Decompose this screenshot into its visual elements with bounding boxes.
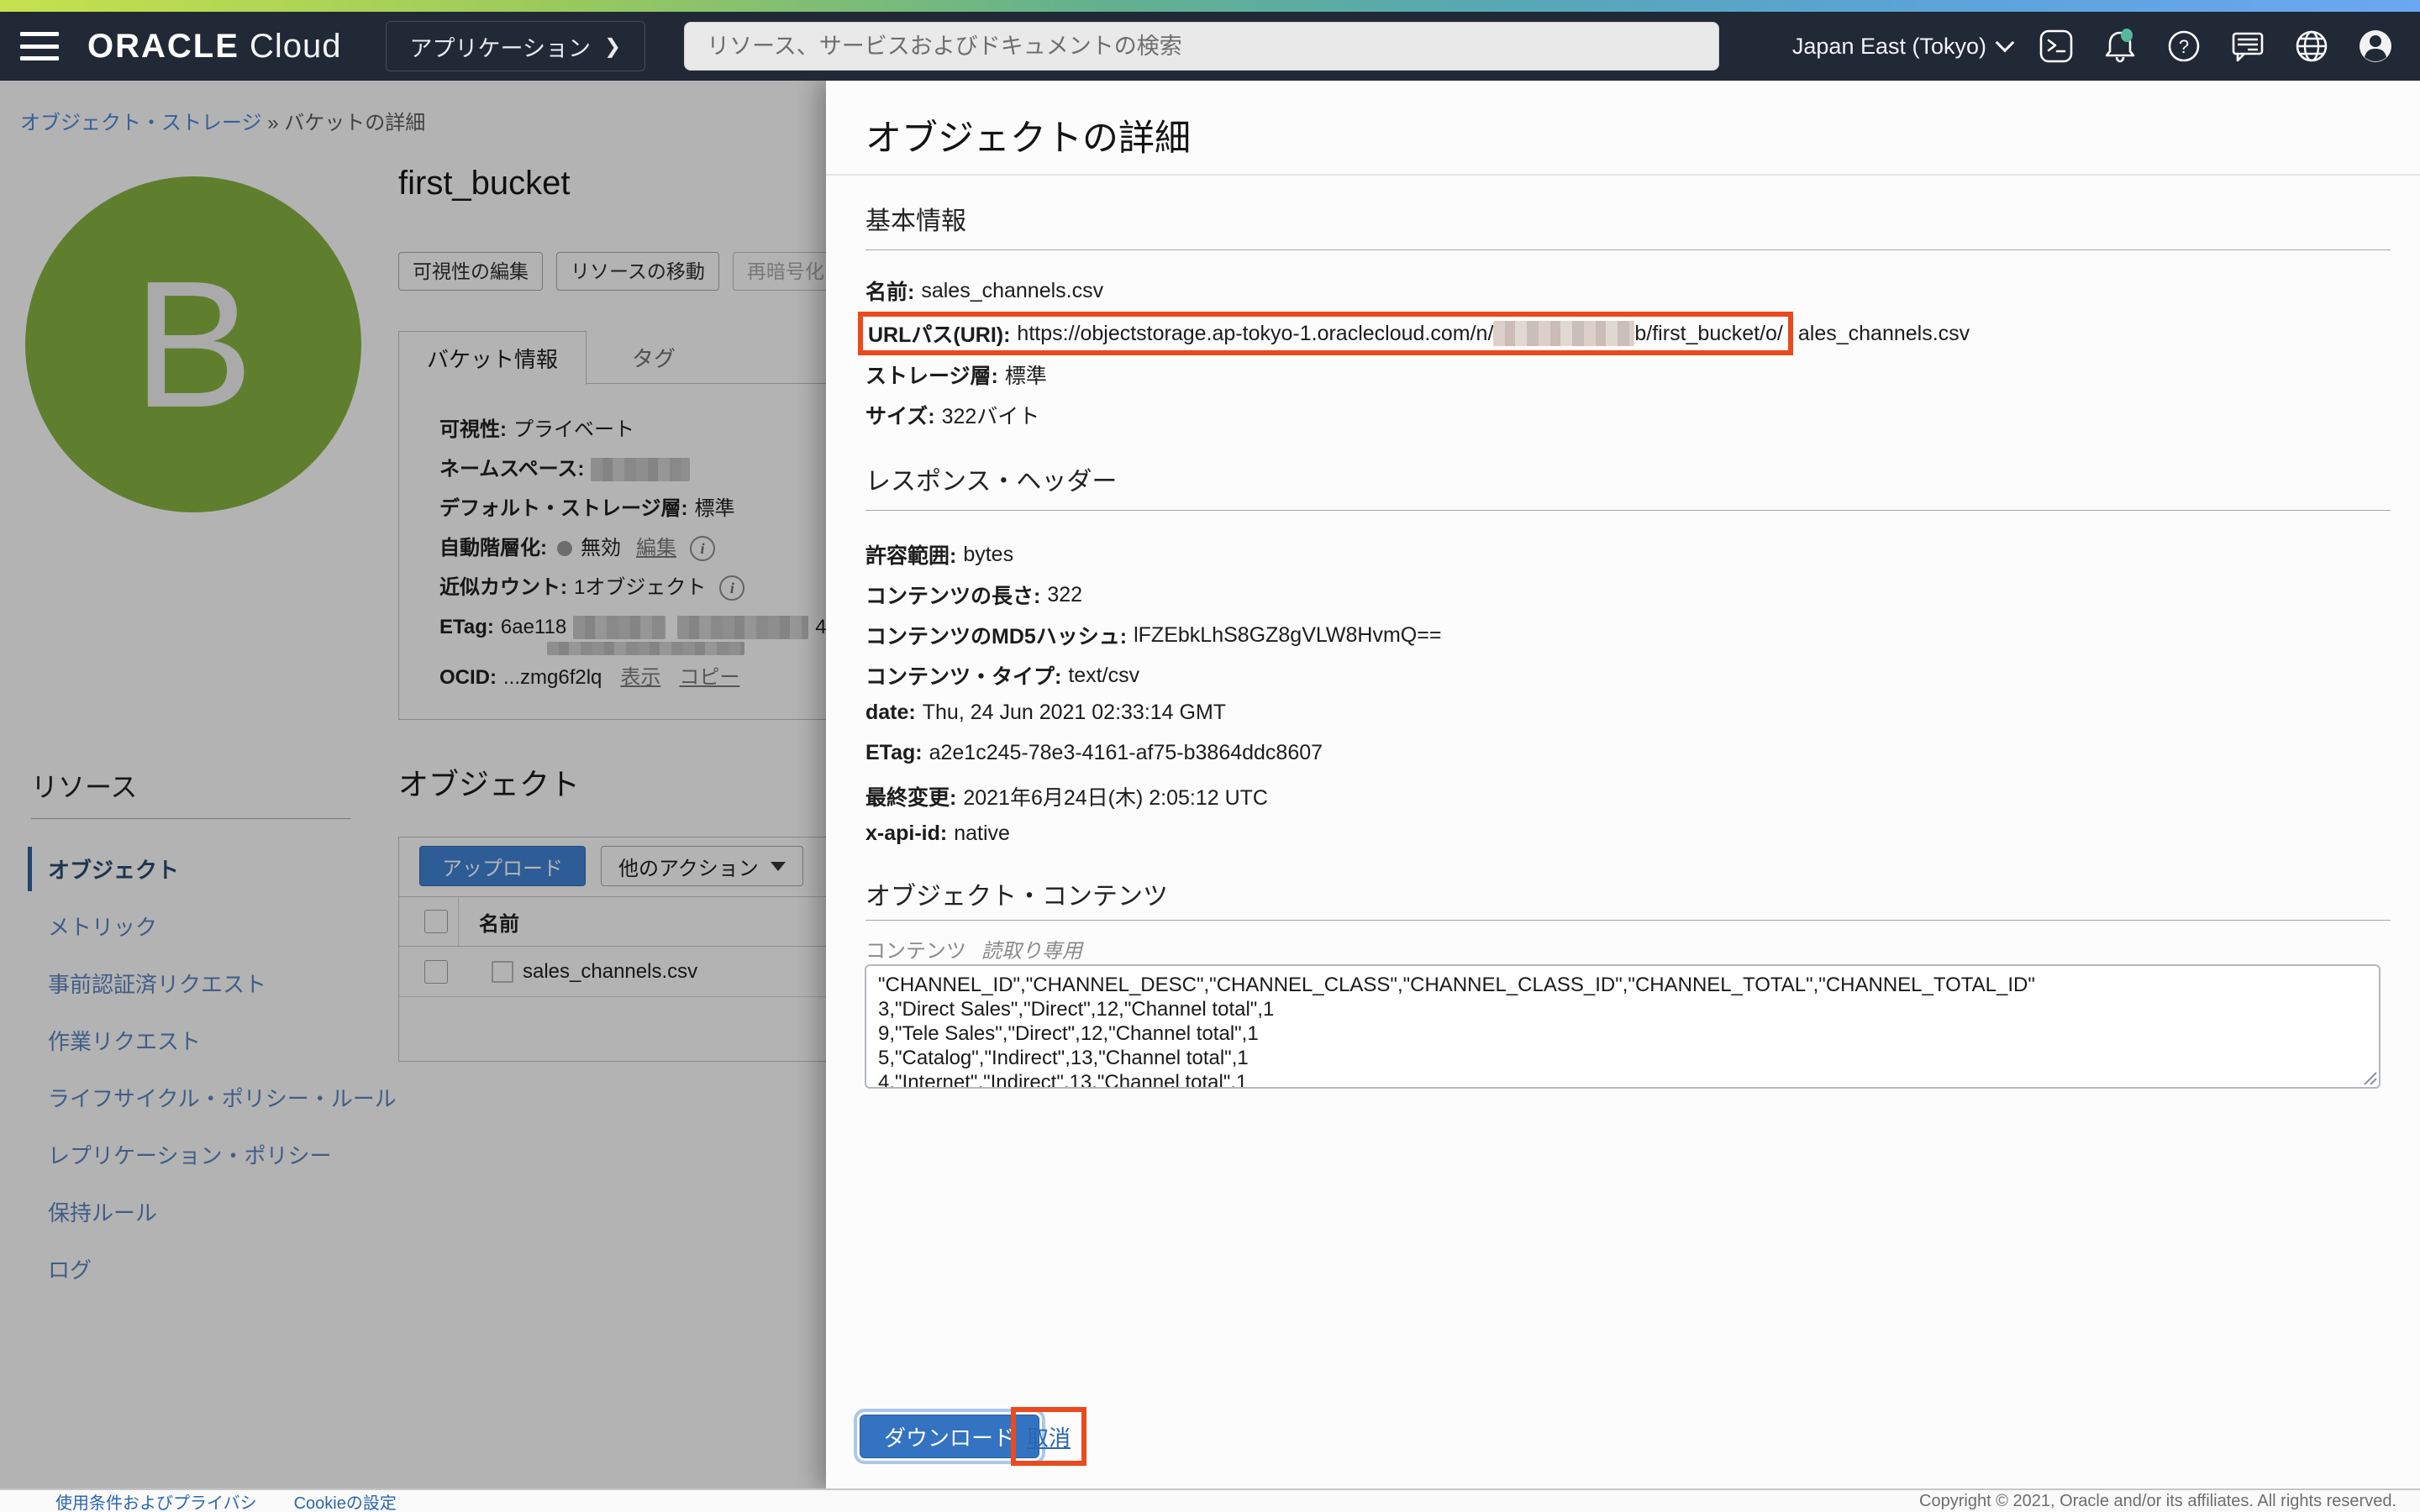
header-x-api-id-row: x-api-id:native: [865, 822, 1010, 846]
cookie-settings-link[interactable]: Cookieの設定: [294, 1489, 397, 1512]
header-etag-row: ETag:a2e1c245-78e3-4161-af75-b3864ddc860…: [865, 741, 1323, 765]
object-details-panel: オブジェクトの詳細 基本情報 名前: sales_channels.csv UR…: [826, 81, 2420, 1488]
resize-grip-icon[interactable]: [2361, 1069, 2378, 1086]
url-path-row: URLパス(URI): https://objectstorage.ap-tok…: [858, 312, 1970, 355]
brand-gradient-strip: [0, 0, 2420, 12]
oracle-cloud-console: ORACLE Cloud アプリケーション ❯ Japan East (Toky…: [0, 0, 2420, 1512]
readonly-label: 読取り専用: [981, 934, 1082, 963]
notifications-bell-icon[interactable]: [2101, 27, 2139, 66]
cancel-link[interactable]: 取消: [1027, 1421, 1071, 1452]
url-highlight-red-box: URLパス(URI): https://objectstorage.ap-tok…: [858, 312, 1793, 355]
contents-label-row: コンテンツ 読取り専用: [865, 934, 1082, 963]
feedback-chat-icon[interactable]: [2228, 27, 2267, 66]
url-prefix: https://objectstorage.ap-tokyo-1.oraclec…: [1017, 322, 1493, 346]
header-content-length-row: コンテンツの長さ:322: [865, 580, 1082, 610]
page-footer: 使用条件およびプライバシ Cookieの設定 Copyright © 2021,…: [0, 1488, 2420, 1512]
header-right-controls: Japan East (Tokyo) ?: [1792, 27, 2420, 66]
size-row: サイズ: 322バイト: [865, 400, 1039, 430]
panel-title-divider: [826, 174, 2420, 176]
header-date-row: date:Thu, 24 Jun 2021 02:33:14 GMT: [865, 701, 1226, 725]
copyright-text: Copyright © 2021, Oracle and/or its affi…: [1919, 1492, 2396, 1511]
object-contents-heading: オブジェクト・コンテンツ: [865, 875, 1168, 912]
csv-content-textarea[interactable]: "CHANNEL_ID","CHANNEL_DESC","CHANNEL_CLA…: [865, 964, 2381, 1089]
header-accept-ranges-row: 許容範囲:bytes: [865, 539, 1013, 570]
logo-oracle: ORACLE: [87, 28, 239, 65]
cancel-highlight-red-box: 取消: [1011, 1407, 1086, 1466]
user-profile-icon[interactable]: [2356, 27, 2395, 66]
applications-nav-button[interactable]: アプリケーション ❯: [386, 21, 646, 71]
cloud-shell-icon[interactable]: [2037, 27, 2075, 66]
region-selector[interactable]: Japan East (Tokyo): [1792, 34, 2012, 60]
help-icon[interactable]: ?: [2165, 27, 2203, 66]
header-content-type-row: コンテンツ・タイプ:text/csv: [865, 660, 1139, 690]
response-headers-divider: [865, 510, 2391, 511]
header-last-modified-row: 最終変更:2021年6月24日(木) 2:05:12 UTC: [865, 781, 1268, 811]
search-input[interactable]: [684, 22, 1719, 71]
storage-tier-row: ストレージ層: 標準: [865, 360, 1047, 390]
chevron-down-icon: [1996, 34, 2015, 53]
url-namespace-redacted: [1493, 321, 1634, 346]
basic-info-heading: 基本情報: [865, 200, 966, 237]
object-contents-divider: [865, 920, 2391, 921]
svg-text:?: ?: [2179, 36, 2189, 57]
object-name-row: 名前: sales_channels.csv: [865, 276, 1103, 306]
url-bucket-path: b/first_bucket/o/: [1634, 322, 1782, 346]
response-headers-heading: レスポンス・ヘッダー: [865, 460, 1117, 497]
csv-content-container: "CHANNEL_ID","CHANNEL_DESC","CHANNEL_CLA…: [865, 964, 2381, 1089]
oracle-cloud-logo[interactable]: ORACLE Cloud: [87, 28, 342, 66]
panel-title: オブジェクトの詳細: [865, 109, 1191, 161]
hamburger-menu-icon[interactable]: [20, 32, 59, 60]
url-suffix: ales_channels.csv: [1798, 322, 1970, 346]
top-navigation-bar: ORACLE Cloud アプリケーション ❯ Japan East (Toky…: [0, 0, 2420, 81]
chevron-right-icon: ❯: [604, 34, 621, 59]
language-globe-icon[interactable]: [2292, 27, 2331, 66]
logo-cloud: Cloud: [250, 28, 342, 65]
terms-privacy-link[interactable]: 使用条件およびプライバシ: [55, 1489, 257, 1512]
header-content-md5-row: コンテンツのMD5ハッシュ:lFZEbkLhS8GZ8gVLW8HvmQ==: [865, 620, 1441, 650]
basic-info-divider: [865, 249, 2391, 250]
